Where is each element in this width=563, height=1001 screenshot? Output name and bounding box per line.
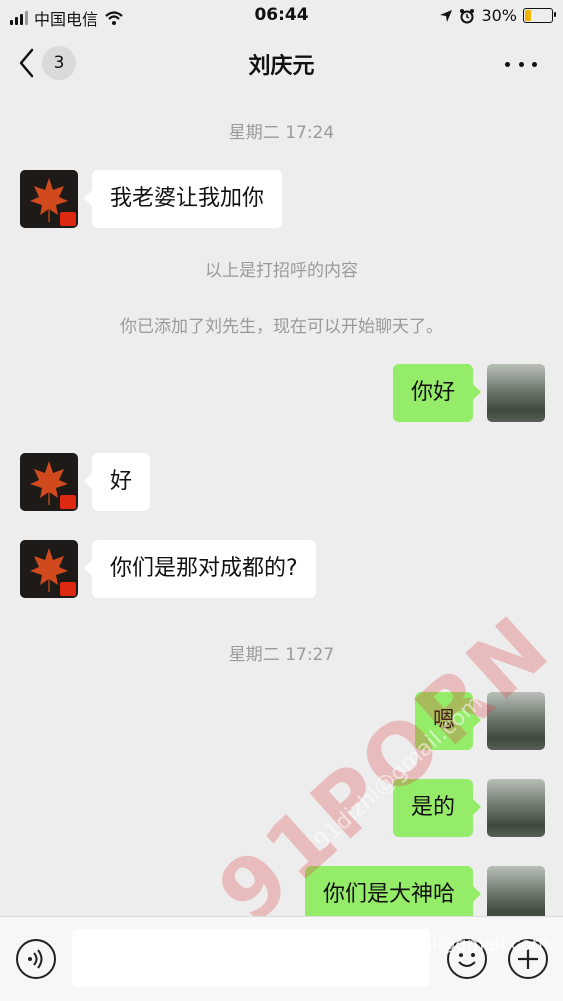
voice-icon xyxy=(28,949,43,969)
plus-icon xyxy=(518,949,538,969)
message-bubble[interactable]: 是的 xyxy=(392,779,482,837)
timestamp: 星期二 17:27 xyxy=(228,645,335,665)
battery-icon xyxy=(523,8,556,23)
message-bubble[interactable]: 嗯 xyxy=(414,692,482,750)
emoji-button[interactable] xyxy=(447,939,487,979)
voice-input-button[interactable] xyxy=(16,939,56,979)
smiley-icon xyxy=(458,953,476,967)
contact-avatar[interactable] xyxy=(20,170,78,228)
chat-title: 刘庆元 xyxy=(248,54,315,79)
contact-avatar[interactable] xyxy=(20,540,78,598)
message-row: 好 xyxy=(20,453,151,511)
message-bubble[interactable]: 你们是那对成都的? xyxy=(84,540,316,598)
flag-icon xyxy=(60,582,76,596)
alarm-icon xyxy=(460,8,475,23)
message-row: 是的 xyxy=(392,779,545,837)
input-bar xyxy=(0,916,563,1001)
dot-icon xyxy=(518,61,524,67)
more-functions-button[interactable] xyxy=(508,939,548,979)
self-avatar[interactable] xyxy=(487,692,545,750)
message-row: 你们是那对成都的? xyxy=(20,540,316,598)
dot-icon xyxy=(505,61,510,67)
message-bubble[interactable]: 好 xyxy=(83,453,151,511)
timestamp: 星期二 17:24 xyxy=(228,123,335,143)
message-bubble[interactable]: 我老婆让我加你 xyxy=(83,170,283,228)
message-input[interactable] xyxy=(72,929,430,987)
self-avatar[interactable] xyxy=(487,779,545,837)
flag-icon xyxy=(60,212,76,226)
status-right: 30% xyxy=(439,6,556,25)
system-note: 你已添加了刘先生，现在可以开始聊天了。 xyxy=(120,317,443,337)
message-bubble[interactable]: 你好 xyxy=(392,364,482,422)
battery-fill xyxy=(525,10,532,21)
self-avatar[interactable] xyxy=(487,364,545,422)
message-row: 我老婆让我加你 xyxy=(20,170,283,228)
system-note: 以上是打招呼的内容 xyxy=(205,261,358,281)
status-bar: 中国电信 06:44 30% xyxy=(0,0,563,34)
nav-bar: 3 刘庆元 xyxy=(0,34,563,94)
contact-avatar[interactable] xyxy=(20,453,78,511)
dot-icon xyxy=(532,61,537,67)
location-icon xyxy=(440,9,453,22)
more-options-button[interactable] xyxy=(505,54,537,74)
message-row: 你好 xyxy=(392,364,545,422)
flag-icon xyxy=(60,495,76,509)
message-row: 嗯 xyxy=(414,692,545,750)
battery-percent: 30% xyxy=(481,6,517,25)
